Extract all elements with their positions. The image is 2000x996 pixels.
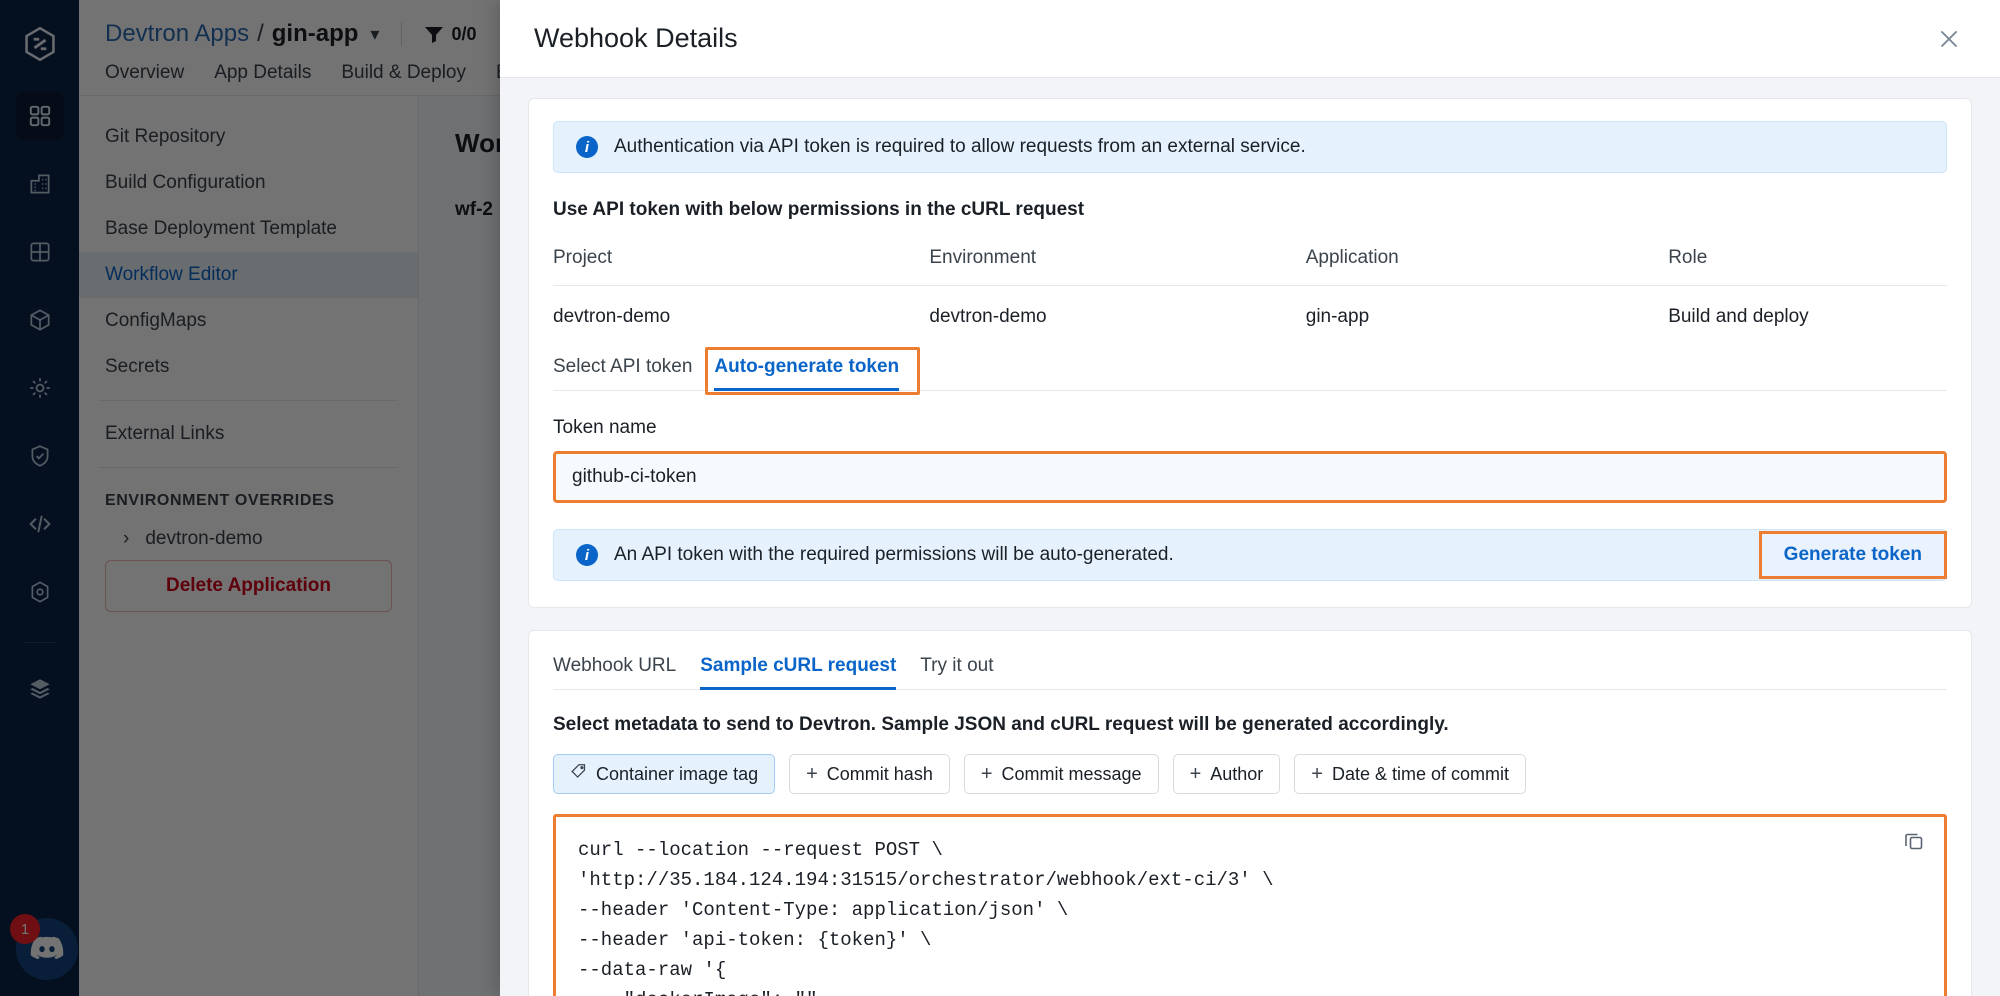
column-header-environment: Environment xyxy=(929,247,1305,286)
cell-role: Build and deploy xyxy=(1668,286,1947,329)
tag-icon xyxy=(570,763,587,785)
auth-info-text: Authentication via API token is required… xyxy=(614,136,1306,158)
plus-icon: + xyxy=(1311,764,1323,784)
webhook-request-card: Webhook URL Sample cURL request Try it o… xyxy=(528,630,1972,996)
tab-select-api-token[interactable]: Select API token xyxy=(553,356,704,390)
tab-webhook-url[interactable]: Webhook URL xyxy=(553,655,688,689)
permissions-heading: Use API token with below permissions in … xyxy=(553,199,1947,221)
chip-label: Date & time of commit xyxy=(1332,764,1509,785)
curl-code-text: curl --location --request POST \ 'http:/… xyxy=(578,835,1922,996)
modal-title: Webhook Details xyxy=(534,23,738,54)
api-token-card: i Authentication via API token is requir… xyxy=(528,98,1972,608)
table-header-row: Project Environment Application Role xyxy=(553,247,1947,286)
chip-commit-hash[interactable]: + Commit hash xyxy=(789,754,950,794)
token-name-input[interactable]: github-ci-token xyxy=(553,451,1947,503)
cell-project: devtron-demo xyxy=(553,286,929,329)
chip-label: Author xyxy=(1210,764,1263,785)
chip-label: Commit message xyxy=(1002,764,1142,785)
token-mode-tabs: Select API token Auto-generate token xyxy=(553,356,1947,391)
chip-date-time-of-commit[interactable]: + Date & time of commit xyxy=(1294,754,1526,794)
curl-code-block[interactable]: curl --location --request POST \ 'http:/… xyxy=(553,814,1947,996)
column-header-project: Project xyxy=(553,247,929,286)
info-icon: i xyxy=(576,544,598,566)
autogen-info-banner: i An API token with the required permiss… xyxy=(553,529,1947,581)
column-header-role: Role xyxy=(1668,247,1947,286)
modal-header: Webhook Details xyxy=(500,0,2000,78)
auth-info-banner: i Authentication via API token is requir… xyxy=(553,121,1947,173)
copy-icon[interactable] xyxy=(1902,829,1928,855)
generate-token-button[interactable]: Generate token xyxy=(1759,531,1947,579)
table-row: devtron-demo devtron-demo gin-app Build … xyxy=(553,286,1947,329)
plus-icon: + xyxy=(1190,764,1202,784)
request-tabs: Webhook URL Sample cURL request Try it o… xyxy=(553,655,1947,690)
webhook-details-modal: Webhook Details i Authentication via API… xyxy=(500,0,2000,996)
metadata-chip-group: Container image tag + Commit hash + Comm… xyxy=(553,754,1947,794)
autogen-info-text: An API token with the required permissio… xyxy=(614,544,1174,566)
tab-sample-curl-request[interactable]: Sample cURL request xyxy=(688,655,908,689)
tab-auto-generate-token[interactable]: Auto-generate token xyxy=(714,356,911,390)
cell-environment: devtron-demo xyxy=(929,286,1305,329)
tab-try-it-out[interactable]: Try it out xyxy=(908,655,1005,689)
column-header-application: Application xyxy=(1306,247,1668,286)
modal-body: i Authentication via API token is requir… xyxy=(500,78,2000,996)
plus-icon: + xyxy=(981,764,993,784)
permissions-table: Project Environment Application Role dev… xyxy=(553,247,1947,328)
chip-container-image-tag[interactable]: Container image tag xyxy=(553,754,775,794)
chip-author[interactable]: + Author xyxy=(1173,754,1281,794)
chip-label: Commit hash xyxy=(827,764,933,785)
metadata-hint: Select metadata to send to Devtron. Samp… xyxy=(553,714,1947,736)
plus-icon: + xyxy=(806,764,818,784)
token-name-label: Token name xyxy=(553,417,1947,439)
cell-application: gin-app xyxy=(1306,286,1668,329)
info-icon: i xyxy=(576,136,598,158)
chip-label: Container image tag xyxy=(596,764,758,785)
close-icon[interactable] xyxy=(1932,22,1966,56)
chip-commit-message[interactable]: + Commit message xyxy=(964,754,1159,794)
